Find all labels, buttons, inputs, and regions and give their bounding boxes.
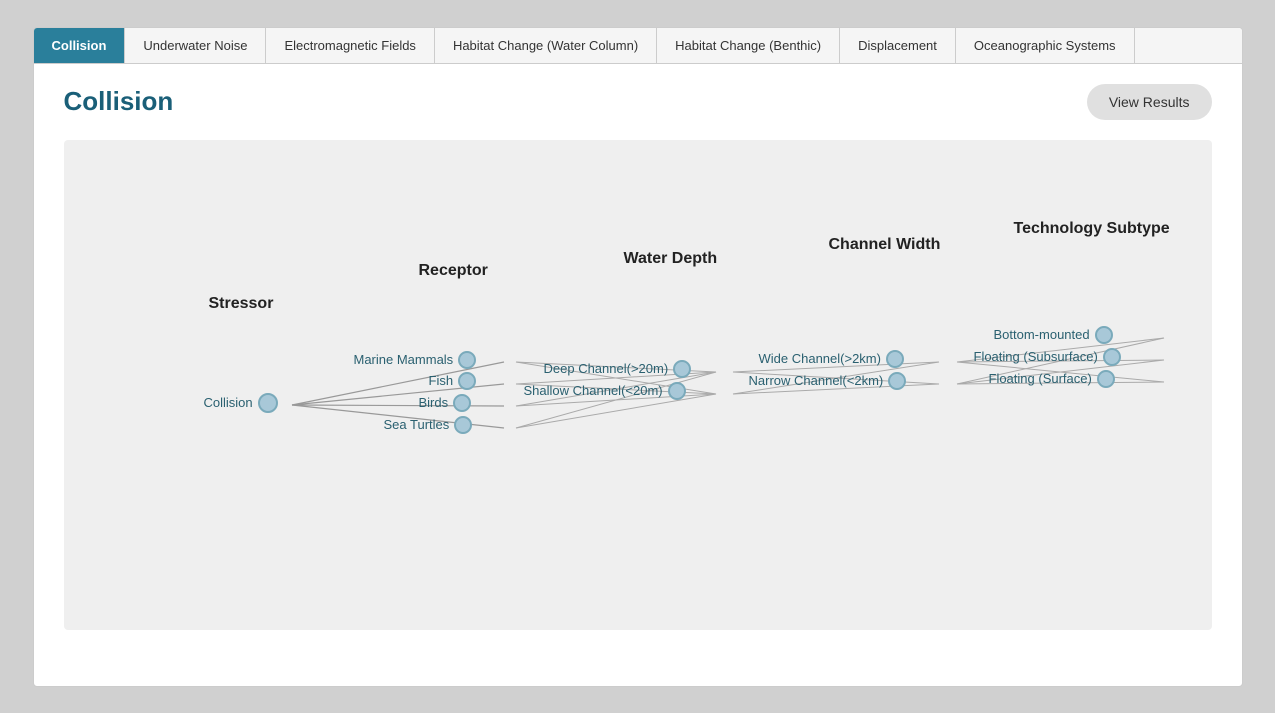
water-depth-shallow-circle[interactable]	[668, 382, 686, 400]
water-depth-deep-circle[interactable]	[673, 360, 691, 378]
receptor-birds-circle[interactable]	[453, 394, 471, 412]
receptor-marine-mammals-label: Marine Mammals	[354, 352, 454, 367]
tech-bottom-mounted-circle[interactable]	[1095, 326, 1113, 344]
channel-narrow-circle[interactable]	[888, 372, 906, 390]
stressor-header: Stressor	[209, 295, 274, 313]
tech-floating-surface[interactable]: Floating (Surface)	[989, 370, 1115, 388]
water-depth-shallow[interactable]: Shallow Channel(<20m)	[524, 382, 686, 400]
tab-displacement[interactable]: Displacement	[840, 28, 956, 63]
page-title: Collision	[64, 86, 174, 117]
tech-floating-subsurface[interactable]: Floating (Subsurface)	[974, 348, 1121, 366]
channel-width-header: Channel Width	[829, 236, 941, 254]
water-depth-deep[interactable]: Deep Channel(>20m)	[544, 360, 692, 378]
content-area: Collision View Results	[34, 64, 1242, 650]
receptor-marine-mammals[interactable]: Marine Mammals	[354, 351, 477, 369]
stressor-node-collision[interactable]: Collision	[204, 393, 278, 413]
channel-narrow-label: Narrow Channel(<2km)	[749, 373, 884, 388]
water-depth-header: Water Depth	[624, 250, 718, 268]
tab-em-fields[interactable]: Electromagnetic Fields	[266, 28, 435, 63]
tab-ocean-systems[interactable]: Oceanographic Systems	[956, 28, 1135, 63]
receptor-birds-label: Birds	[419, 395, 449, 410]
receptor-fish-circle[interactable]	[458, 372, 476, 390]
receptor-sea-turtles-circle[interactable]	[454, 416, 472, 434]
receptor-sea-turtles[interactable]: Sea Turtles	[384, 416, 473, 434]
tech-bottom-mounted-label: Bottom-mounted	[994, 327, 1090, 342]
receptor-fish[interactable]: Fish	[429, 372, 477, 390]
stressor-circle[interactable]	[258, 393, 278, 413]
channel-narrow[interactable]: Narrow Channel(<2km)	[749, 372, 907, 390]
view-results-button[interactable]: View Results	[1087, 84, 1212, 120]
diagram-area: Stressor Receptor Water Depth Channel Wi…	[64, 140, 1212, 630]
receptor-birds[interactable]: Birds	[419, 394, 472, 412]
receptor-sea-turtles-label: Sea Turtles	[384, 417, 450, 432]
tech-floating-surface-label: Floating (Surface)	[989, 371, 1092, 386]
tab-bar: Collision Underwater Noise Electromagnet…	[34, 28, 1242, 64]
tab-habitat-benthic[interactable]: Habitat Change (Benthic)	[657, 28, 840, 63]
tech-floating-subsurface-circle[interactable]	[1103, 348, 1121, 366]
tech-subtype-header: Technology Subtype	[1014, 220, 1170, 238]
stressor-label: Collision	[204, 395, 253, 410]
water-depth-deep-label: Deep Channel(>20m)	[544, 361, 669, 376]
tech-floating-subsurface-label: Floating (Subsurface)	[974, 349, 1098, 364]
channel-wide[interactable]: Wide Channel(>2km)	[759, 350, 904, 368]
page-header: Collision View Results	[64, 84, 1212, 120]
channel-wide-label: Wide Channel(>2km)	[759, 351, 881, 366]
main-container: Collision Underwater Noise Electromagnet…	[33, 27, 1243, 687]
tab-habitat-water[interactable]: Habitat Change (Water Column)	[435, 28, 657, 63]
water-depth-shallow-label: Shallow Channel(<20m)	[524, 383, 663, 398]
tech-bottom-mounted[interactable]: Bottom-mounted	[994, 326, 1113, 344]
receptor-header: Receptor	[419, 262, 488, 280]
receptor-fish-label: Fish	[429, 373, 454, 388]
tab-underwater-noise[interactable]: Underwater Noise	[125, 28, 266, 63]
tab-collision[interactable]: Collision	[34, 28, 126, 63]
tech-floating-surface-circle[interactable]	[1097, 370, 1115, 388]
receptor-marine-mammals-circle[interactable]	[458, 351, 476, 369]
channel-wide-circle[interactable]	[886, 350, 904, 368]
